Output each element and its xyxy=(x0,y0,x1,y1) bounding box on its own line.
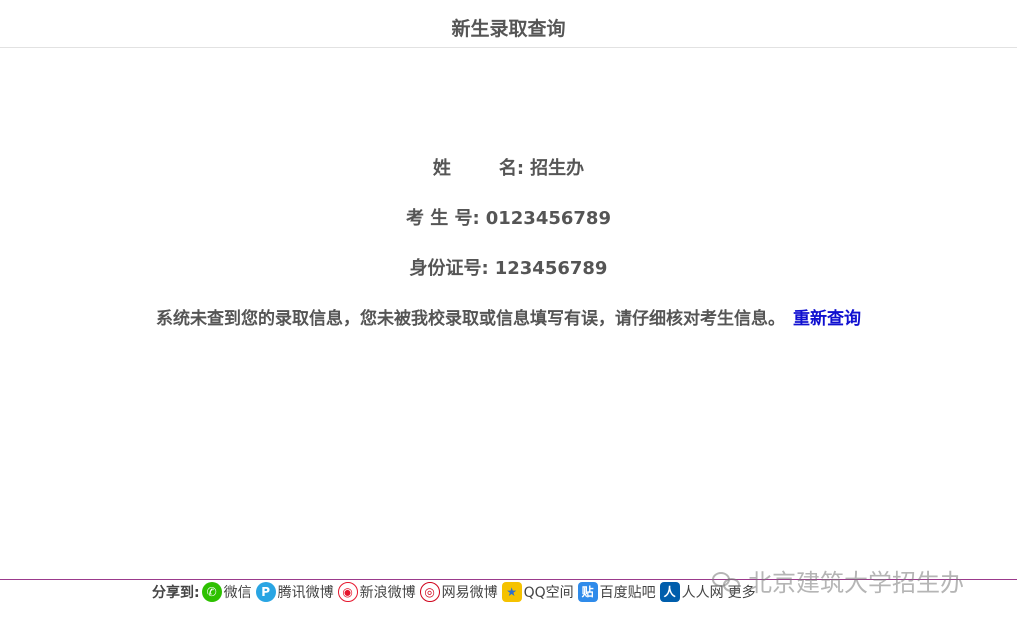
result-message: 系统未查到您的录取信息，您未被我校录取或信息填写有误，请仔细核对考生信息。 xyxy=(156,309,785,329)
id-number-value: 123456789 xyxy=(494,258,608,279)
requery-link[interactable]: 重新查询 xyxy=(793,309,861,329)
share-more[interactable]: 更多 xyxy=(728,582,756,602)
share-label: 分享到: xyxy=(152,585,200,601)
wechat-icon: ✆ xyxy=(201,582,222,602)
share-bar: 分享到: ✆ 微信 P 腾讯微博 ◉ 新浪微博 ◎ 网易微博 ★ QQ空间 贴 … xyxy=(152,581,760,603)
admission-result: 姓 名: 招生办 考 生 号: 0123456789 身份证号: 123456789 系… xyxy=(0,155,1017,355)
sina-weibo-icon: ◉ xyxy=(337,582,358,602)
tieba-icon: 贴 xyxy=(577,582,598,602)
page-header: 新生录取查询 xyxy=(0,0,1017,48)
watermark-text: 北京建筑大学招生办 xyxy=(748,569,964,597)
name-label-last: 名: xyxy=(498,158,525,179)
share-sina-weibo[interactable]: ◉ 新浪微博 xyxy=(337,582,416,602)
exam-number-value: 0123456789 xyxy=(485,208,611,229)
share-wechat[interactable]: ✆ 微信 xyxy=(201,582,252,602)
share-tieba-label: 百度贴吧 xyxy=(599,585,656,601)
exam-number-label: 考 生 号: xyxy=(406,208,480,229)
share-netease-weibo[interactable]: ◎ 网易微博 xyxy=(419,582,498,602)
share-qzone-label: QQ空间 xyxy=(523,585,574,601)
netease-weibo-icon: ◎ xyxy=(419,582,440,602)
share-tencent-weibo-label: 腾讯微博 xyxy=(277,585,334,601)
share-qzone[interactable]: ★ QQ空间 xyxy=(501,582,574,602)
share-tencent-weibo[interactable]: P 腾讯微博 xyxy=(255,582,334,602)
name-label-first: 姓 xyxy=(432,158,451,179)
share-wechat-label: 微信 xyxy=(223,585,252,601)
id-number-row: 身份证号: 123456789 xyxy=(0,255,1017,305)
name-label: 姓 名: xyxy=(433,158,524,179)
share-sina-weibo-label: 新浪微博 xyxy=(359,585,416,601)
exam-number-row: 考 生 号: 0123456789 xyxy=(0,205,1017,255)
share-renren-label: 人人网 xyxy=(681,585,724,601)
name-row: 姓 名: 招生办 xyxy=(0,155,1017,205)
renren-icon: 人 xyxy=(659,582,680,602)
footer-divider xyxy=(0,579,1017,580)
tencent-weibo-icon: P xyxy=(255,582,276,602)
share-netease-weibo-label: 网易微博 xyxy=(441,585,498,601)
page-title: 新生录取查询 xyxy=(451,18,566,40)
name-value: 招生办 xyxy=(530,158,585,179)
qzone-icon: ★ xyxy=(501,582,522,602)
id-number-label: 身份证号: xyxy=(409,258,489,279)
share-renren[interactable]: 人 人人网 xyxy=(659,582,724,602)
result-message-row: 系统未查到您的录取信息，您未被我校录取或信息填写有误，请仔细核对考生信息。 重新查… xyxy=(0,305,1017,355)
share-tieba[interactable]: 贴 百度贴吧 xyxy=(577,582,656,602)
